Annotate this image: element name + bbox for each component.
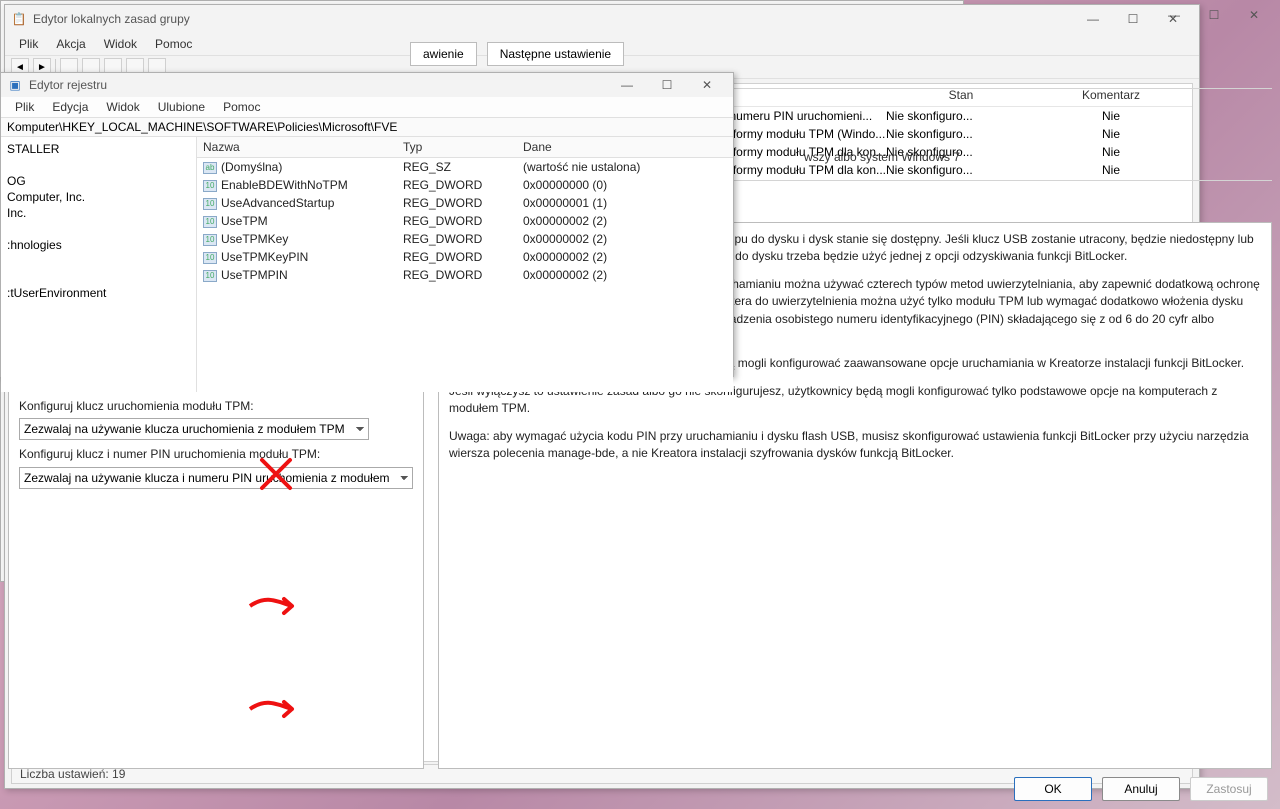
reg-value-row[interactable]: 10UseAdvancedStartupREG_DWORD0x00000001 …	[197, 194, 733, 212]
col-state[interactable]: Stan	[886, 88, 1036, 102]
reg-value-row[interactable]: 10EnableBDEWithNoTPMREG_DWORD0x00000000 …	[197, 176, 733, 194]
policy-row[interactable]: tformy modułu TPM (Windo...Nie skonfigur…	[723, 125, 1192, 143]
reg-value-row[interactable]: ab(Domyślna)REG_SZ(wartość nie ustalona)	[197, 158, 733, 177]
col-name[interactable]: Nazwa	[197, 137, 397, 158]
reg-tree-item[interactable]: :tUserEnvironment	[3, 285, 194, 301]
reg-tree-item[interactable]: Inc.	[3, 205, 194, 221]
gpedit-icon: 📋	[11, 11, 27, 27]
reg-tree-item[interactable]	[3, 253, 194, 269]
opt3-select[interactable]: Zezwalaj na używanie klucza uruchomienia…	[19, 418, 369, 440]
menu-edit[interactable]: Edycja	[44, 98, 96, 116]
reg-tree-item[interactable]: STALLER	[3, 141, 194, 157]
opt4-label: Konfiguruj klucz i numer PIN uruchomieni…	[19, 446, 413, 463]
gpedit-title: Edytor lokalnych zasad grupy	[33, 12, 1073, 26]
regedit-titlebar[interactable]: ▣ Edytor rejestru — ☐ ✕	[1, 73, 733, 97]
reg-tree-item[interactable]: Computer, Inc.	[3, 189, 194, 205]
reg-value-row[interactable]: 10UseTPMKeyREG_DWORD0x00000002 (2)	[197, 230, 733, 248]
close-button[interactable]: ✕	[687, 72, 727, 98]
cancel-button[interactable]: Anuluj	[1102, 777, 1180, 801]
regedit-window: ▣ Edytor rejestru — ☐ ✕ Plik Edycja Wido…	[0, 72, 734, 377]
help-paragraph: Uwaga: aby wymagać użycia kodu PIN przy …	[449, 428, 1261, 463]
regedit-values[interactable]: Nazwa Typ Dane ab(Domyślna)REG_SZ(wartoś…	[197, 137, 733, 392]
reg-tree-item[interactable]	[3, 269, 194, 285]
minimize-button[interactable]: —	[1073, 6, 1113, 32]
regedit-icon: ▣	[7, 77, 23, 93]
reg-value-row[interactable]: 10UseTPMPINREG_DWORD0x00000002 (2)	[197, 266, 733, 284]
menu-help[interactable]: Pomoc	[215, 98, 268, 116]
maximize-button[interactable]: ☐	[1194, 4, 1234, 26]
regedit-title: Edytor rejestru	[29, 78, 607, 92]
gpedit-titlebar[interactable]: 📋 Edytor lokalnych zasad grupy — ☐ ✕	[5, 5, 1199, 33]
col-data[interactable]: Dane	[517, 137, 733, 158]
menu-view[interactable]: Widok	[96, 35, 145, 53]
regedit-tree[interactable]: STALLER OGComputer, Inc.Inc. :hnologies …	[1, 137, 197, 392]
minimize-button[interactable]: —	[607, 72, 647, 98]
reg-value-row[interactable]: 10UseTPMKeyPINREG_DWORD0x00000002 (2)	[197, 248, 733, 266]
next-setting-button[interactable]: Następne ustawienie	[487, 42, 624, 66]
reg-tree-item[interactable]	[3, 157, 194, 173]
reg-tree-item[interactable]	[3, 221, 194, 237]
reg-tree-item[interactable]: :hnologies	[3, 237, 194, 253]
menu-view[interactable]: Widok	[98, 98, 147, 116]
policy-row[interactable]: numeru PIN uruchomieni...Nie skonfiguro.…	[723, 107, 1192, 125]
ok-button[interactable]: OK	[1014, 777, 1092, 801]
close-button[interactable]: ✕	[1234, 4, 1274, 26]
menu-help[interactable]: Pomoc	[147, 35, 200, 53]
menu-fav[interactable]: Ulubione	[150, 98, 213, 116]
opt4-select[interactable]: Zezwalaj na używanie klucza i numeru PIN…	[19, 467, 413, 489]
regedit-addressbar[interactable]: Komputer\HKEY_LOCAL_MACHINE\SOFTWARE\Pol…	[1, 117, 733, 137]
col-comment[interactable]: Komentarz	[1036, 88, 1186, 102]
apply-button[interactable]: Zastosuj	[1190, 777, 1268, 801]
reg-value-row[interactable]: 10UseTPMREG_DWORD0x00000002 (2)	[197, 212, 733, 230]
menu-file[interactable]: Plik	[7, 98, 42, 116]
menu-action[interactable]: Akcja	[48, 35, 93, 53]
col-type[interactable]: Typ	[397, 137, 517, 158]
dialog-window-controls: — ☐ ✕	[1154, 4, 1274, 26]
minimize-button[interactable]: —	[1154, 4, 1194, 26]
prev-setting-button[interactable]: awienie	[410, 42, 477, 66]
regedit-menubar: Plik Edycja Widok Ulubione Pomoc	[1, 97, 733, 117]
version-note: wszy albo system Windows 7	[804, 150, 960, 164]
maximize-button[interactable]: ☐	[647, 72, 687, 98]
reg-tree-item[interactable]: OG	[3, 173, 194, 189]
maximize-button[interactable]: ☐	[1113, 6, 1153, 32]
opt3-label: Konfiguruj klucz uruchomienia modułu TPM…	[19, 398, 413, 415]
menu-file[interactable]: Plik	[11, 35, 46, 53]
